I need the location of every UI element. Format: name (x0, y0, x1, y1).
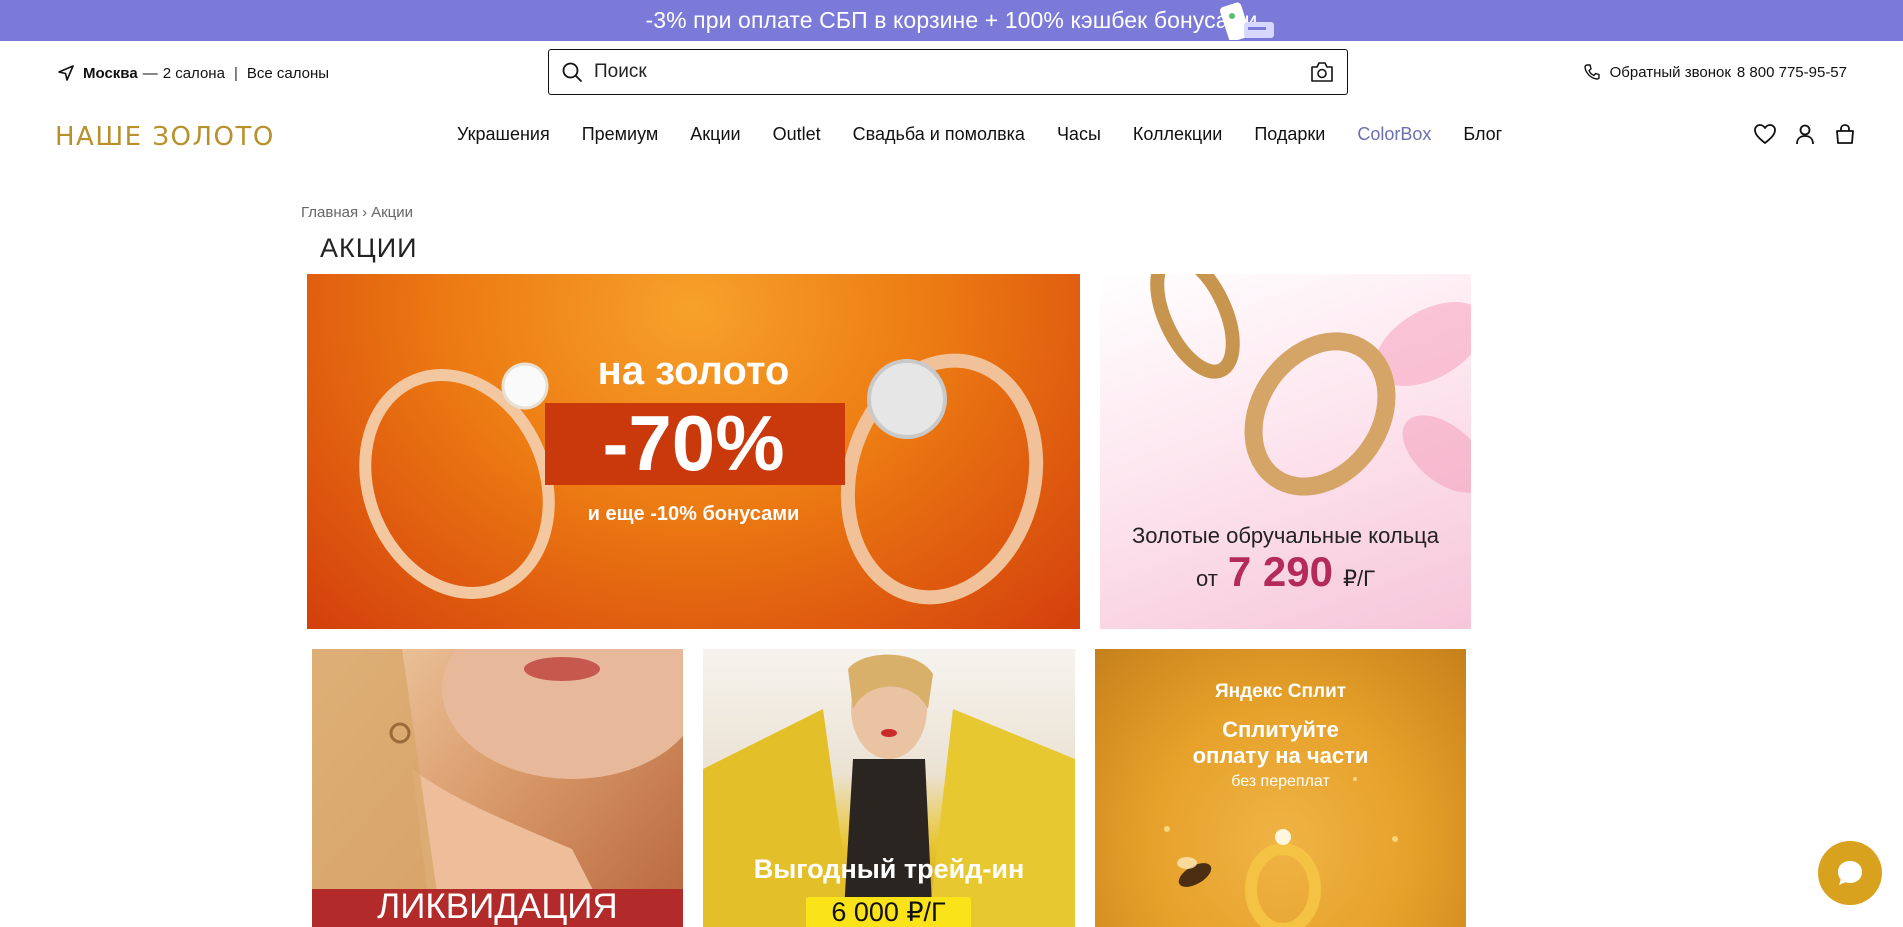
breadcrumb-current: Акции (371, 204, 414, 221)
yandex-split-logo: Яндекс Сплит (1214, 681, 1347, 702)
city-name[interactable]: Москва (83, 65, 138, 82)
banner-gold-sale[interactable]: на золото -70% и еще -10% бонусами (307, 274, 1080, 629)
banner-gold-line3: и еще -10% бонусами (587, 503, 800, 525)
nav-item-wedding[interactable]: Свадьба и помолвка (853, 124, 1025, 145)
nav-item-collections[interactable]: Коллекции (1133, 124, 1222, 145)
main-nav: Украшения Премиум Акции Outlet Свадьба и… (457, 124, 1502, 145)
banner-gold-line1: на золото (597, 349, 790, 393)
split-line3: без переплат (1231, 773, 1330, 790)
shopping-woman-image (703, 654, 1075, 927)
price-prefix: от (1196, 566, 1218, 591)
header-icons (1738, 121, 1858, 147)
callback-label[interactable]: Обратный звонок (1610, 64, 1731, 81)
location-arrow-icon (58, 65, 74, 81)
banner-tradein-price: 6 000 ₽/Г (806, 897, 971, 927)
nav-item-colorbox[interactable]: ColorBox (1357, 124, 1431, 145)
nav-item-akcii[interactable]: Акции (690, 124, 740, 145)
dash: — (142, 64, 158, 82)
banner-rings-title: Золотые обручальные кольца (1131, 523, 1439, 548)
phone-number[interactable]: 8 800 775-95-57 (1737, 64, 1847, 81)
chat-icon (1838, 861, 1862, 885)
phone-card-icon (1220, 2, 1274, 40)
split-line2: оплату на части (1192, 743, 1369, 769)
bag-icon[interactable] (1832, 121, 1858, 147)
heart-icon[interactable] (1752, 121, 1778, 147)
chat-button[interactable] (1818, 841, 1882, 905)
phone-icon (1583, 64, 1600, 80)
breadcrumb: Главная › Акции (301, 204, 413, 221)
nav-item-premium[interactable]: Премиум (582, 124, 659, 145)
banner-trade-in[interactable]: Выгодный трейд-ин 6 000 ₽/Г (703, 649, 1075, 927)
all-salons-link[interactable]: Все салоны (247, 65, 329, 82)
banner-liquidation[interactable]: ЛИКВИДАЦИЯ (312, 649, 683, 927)
promo-bar[interactable]: -3% при оплате СБП в корзине + 100% кэшб… (0, 0, 1903, 41)
location-block: Москва — 2 салона | Все салоны (57, 62, 329, 84)
callback-block[interactable]: Обратный звонок 8 800 775-95-57 (1583, 61, 1847, 83)
nav-item-ukrasheniya[interactable]: Украшения (457, 124, 550, 145)
banner-split[interactable]: Яндекс Сплит Сплитуйте оплату на части б… (1095, 649, 1466, 927)
page-title: АКЦИИ (320, 233, 418, 263)
breadcrumb-home[interactable]: Главная (301, 204, 358, 221)
banner-rings-price-line: от 7 290 ₽/Г (1100, 548, 1471, 596)
user-icon[interactable] (1792, 121, 1818, 147)
banner-liquidation-title: ЛИКВИДАЦИЯ (377, 887, 618, 926)
banner-wedding-rings[interactable]: Золотые обручальные кольца от 7 290 ₽/Г (1100, 274, 1471, 629)
banner-gold-discount: -70% (602, 399, 785, 487)
split-line1: Сплитуйте (1222, 717, 1339, 742)
search-icon (562, 62, 582, 82)
price-value: 7 290 (1227, 548, 1333, 595)
woman-portrait-image (312, 649, 683, 927)
price-unit: ₽/Г (1342, 566, 1375, 591)
banner-split-headline: Сплитуйте оплату на части (1095, 717, 1466, 770)
site-logo[interactable]: НАШЕ ЗОЛОТО (55, 122, 275, 152)
nav-item-blog[interactable]: Блог (1463, 124, 1502, 145)
nav-item-gifts[interactable]: Подарки (1254, 124, 1325, 145)
nav-item-outlet[interactable]: Outlet (773, 124, 821, 145)
promo-text: -3% при оплате СБП в корзине + 100% кэшб… (645, 7, 1258, 33)
salons-count[interactable]: 2 салона (163, 65, 225, 82)
banner-tradein-title: Выгодный трейд-ин (753, 854, 1025, 884)
search-box[interactable]: Поиск (548, 49, 1348, 95)
search-input[interactable]: Поиск (594, 61, 1309, 83)
separator: | (233, 64, 238, 82)
chevron-right-icon: › (362, 204, 368, 221)
nav-item-watches[interactable]: Часы (1057, 124, 1101, 145)
camera-icon[interactable] (1309, 60, 1335, 84)
